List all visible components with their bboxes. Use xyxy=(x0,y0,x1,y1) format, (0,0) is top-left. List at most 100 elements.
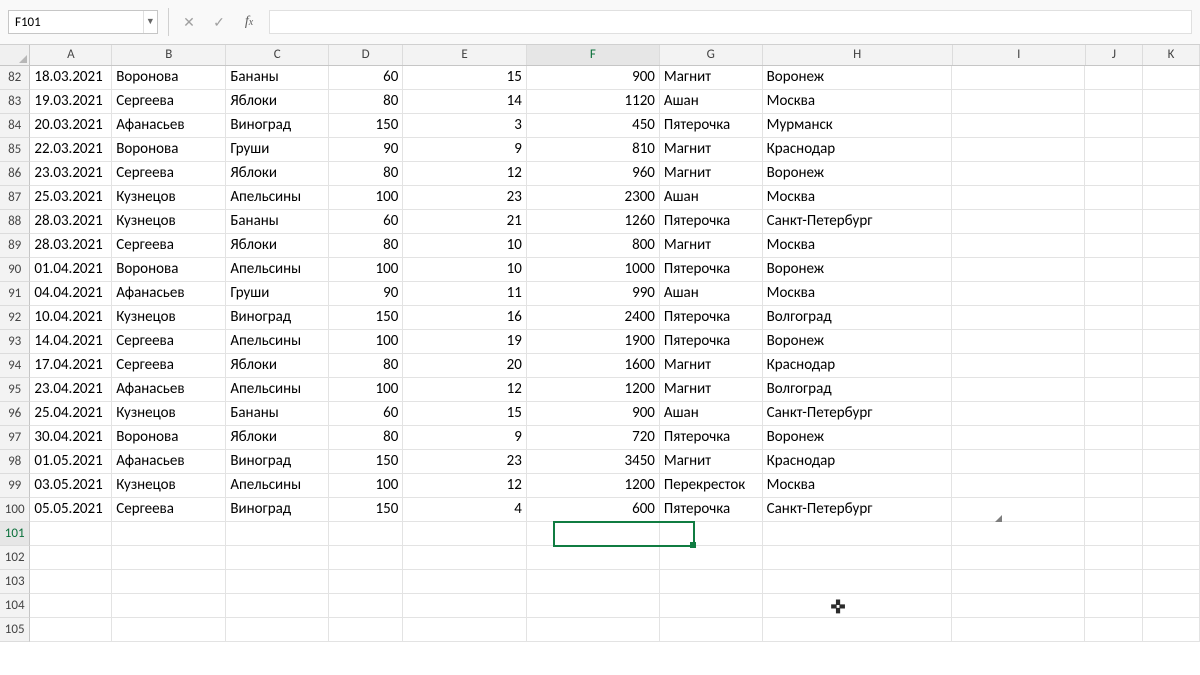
cell-A85[interactable]: 22.03.2021 xyxy=(30,138,112,162)
cell-G97[interactable]: Пятерочка xyxy=(660,426,763,450)
cell-D91[interactable]: 90 xyxy=(329,282,403,306)
cell-K86[interactable] xyxy=(1143,162,1200,186)
cell-B88[interactable]: Кузнецов xyxy=(112,210,226,234)
column-header-C[interactable]: C xyxy=(226,45,329,65)
cell-I90[interactable] xyxy=(952,258,1085,282)
cell-F87[interactable]: 2300 xyxy=(527,186,660,210)
cell-J89[interactable] xyxy=(1085,234,1142,258)
cell-F93[interactable]: 1900 xyxy=(527,330,660,354)
cell-D98[interactable]: 150 xyxy=(329,450,403,474)
cell-C83[interactable]: Яблоки xyxy=(226,90,329,114)
cell-E99[interactable]: 12 xyxy=(403,474,527,498)
cell-E86[interactable]: 12 xyxy=(403,162,527,186)
cell-G96[interactable]: Ашан xyxy=(660,402,763,426)
cell-G104[interactable] xyxy=(660,594,763,618)
cell-H101[interactable] xyxy=(763,522,953,546)
cell-H105[interactable] xyxy=(763,618,953,642)
cell-F89[interactable]: 800 xyxy=(527,234,660,258)
cell-B100[interactable]: Сергеева xyxy=(112,498,226,522)
cell-C95[interactable]: Апельсины xyxy=(226,378,329,402)
cell-D83[interactable]: 80 xyxy=(329,90,403,114)
cell-E96[interactable]: 15 xyxy=(403,402,527,426)
cell-K94[interactable] xyxy=(1143,354,1200,378)
row-header-101[interactable]: 101 xyxy=(0,522,30,546)
row-header-82[interactable]: 82 xyxy=(0,66,30,90)
row-header-92[interactable]: 92 xyxy=(0,306,30,330)
cell-B104[interactable] xyxy=(112,594,226,618)
cell-E87[interactable]: 23 xyxy=(403,186,527,210)
cell-F101[interactable] xyxy=(527,522,660,546)
cell-A83[interactable]: 19.03.2021 xyxy=(30,90,112,114)
cell-A90[interactable]: 01.04.2021 xyxy=(30,258,112,282)
cell-E89[interactable]: 10 xyxy=(403,234,527,258)
cell-G91[interactable]: Ашан xyxy=(660,282,763,306)
cell-F86[interactable]: 960 xyxy=(527,162,660,186)
spreadsheet-grid[interactable]: ABCDEFGHIJK 8218.03.2021ВороноваБананы60… xyxy=(0,45,1200,642)
column-header-D[interactable]: D xyxy=(329,45,403,65)
cell-K105[interactable] xyxy=(1143,618,1200,642)
cell-J102[interactable] xyxy=(1085,546,1142,570)
cell-A93[interactable]: 14.04.2021 xyxy=(30,330,112,354)
cell-D101[interactable] xyxy=(329,522,403,546)
cell-F103[interactable] xyxy=(527,570,660,594)
cell-E94[interactable]: 20 xyxy=(403,354,527,378)
cell-I91[interactable] xyxy=(952,282,1085,306)
cell-I102[interactable] xyxy=(952,546,1085,570)
cell-F105[interactable] xyxy=(527,618,660,642)
cell-J94[interactable] xyxy=(1085,354,1142,378)
cell-C96[interactable]: Бананы xyxy=(226,402,329,426)
cell-B91[interactable]: Афанасьев xyxy=(112,282,226,306)
cell-C99[interactable]: Апельсины xyxy=(226,474,329,498)
cell-B83[interactable]: Сергеева xyxy=(112,90,226,114)
cell-G82[interactable]: Магнит xyxy=(660,66,763,90)
cell-J96[interactable] xyxy=(1085,402,1142,426)
cell-E88[interactable]: 21 xyxy=(403,210,527,234)
cell-D82[interactable]: 60 xyxy=(329,66,403,90)
cell-C102[interactable] xyxy=(226,546,329,570)
cell-A102[interactable] xyxy=(30,546,112,570)
cell-H86[interactable]: Воронеж xyxy=(763,162,953,186)
row-header-104[interactable]: 104 xyxy=(0,594,30,618)
cell-F91[interactable]: 990 xyxy=(527,282,660,306)
cell-K92[interactable] xyxy=(1143,306,1200,330)
row-header-88[interactable]: 88 xyxy=(0,210,30,234)
row-header-94[interactable]: 94 xyxy=(0,354,30,378)
cell-G102[interactable] xyxy=(660,546,763,570)
cell-G95[interactable]: Магнит xyxy=(660,378,763,402)
cell-I88[interactable] xyxy=(952,210,1085,234)
cell-J99[interactable] xyxy=(1085,474,1142,498)
cell-K82[interactable] xyxy=(1143,66,1200,90)
cell-J83[interactable] xyxy=(1085,90,1142,114)
cell-H95[interactable]: Волгоград xyxy=(763,378,953,402)
cell-B84[interactable]: Афанасьев xyxy=(112,114,226,138)
cell-I99[interactable] xyxy=(952,474,1085,498)
cell-D92[interactable]: 150 xyxy=(329,306,403,330)
cell-K99[interactable] xyxy=(1143,474,1200,498)
cell-K89[interactable] xyxy=(1143,234,1200,258)
cell-H98[interactable]: Краснодар xyxy=(763,450,953,474)
cell-D99[interactable]: 100 xyxy=(329,474,403,498)
cell-E83[interactable]: 14 xyxy=(403,90,527,114)
cell-B98[interactable]: Афанасьев xyxy=(112,450,226,474)
cell-E85[interactable]: 9 xyxy=(403,138,527,162)
cell-G92[interactable]: Пятерочка xyxy=(660,306,763,330)
cell-A100[interactable]: 05.05.2021 xyxy=(30,498,112,522)
cell-D96[interactable]: 60 xyxy=(329,402,403,426)
cell-D84[interactable]: 150 xyxy=(329,114,403,138)
cell-E90[interactable]: 10 xyxy=(403,258,527,282)
cell-D97[interactable]: 80 xyxy=(329,426,403,450)
cell-B90[interactable]: Воронова xyxy=(112,258,226,282)
cell-G84[interactable]: Пятерочка xyxy=(660,114,763,138)
cell-H82[interactable]: Воронеж xyxy=(763,66,953,90)
cell-K90[interactable] xyxy=(1143,258,1200,282)
cell-A99[interactable]: 03.05.2021 xyxy=(30,474,112,498)
cell-H102[interactable] xyxy=(763,546,953,570)
cell-G90[interactable]: Пятерочка xyxy=(660,258,763,282)
cell-D105[interactable] xyxy=(329,618,403,642)
cell-H93[interactable]: Воронеж xyxy=(763,330,953,354)
cell-F88[interactable]: 1260 xyxy=(527,210,660,234)
cell-D93[interactable]: 100 xyxy=(329,330,403,354)
cell-A101[interactable] xyxy=(30,522,112,546)
cell-E105[interactable] xyxy=(403,618,527,642)
cell-A103[interactable] xyxy=(30,570,112,594)
